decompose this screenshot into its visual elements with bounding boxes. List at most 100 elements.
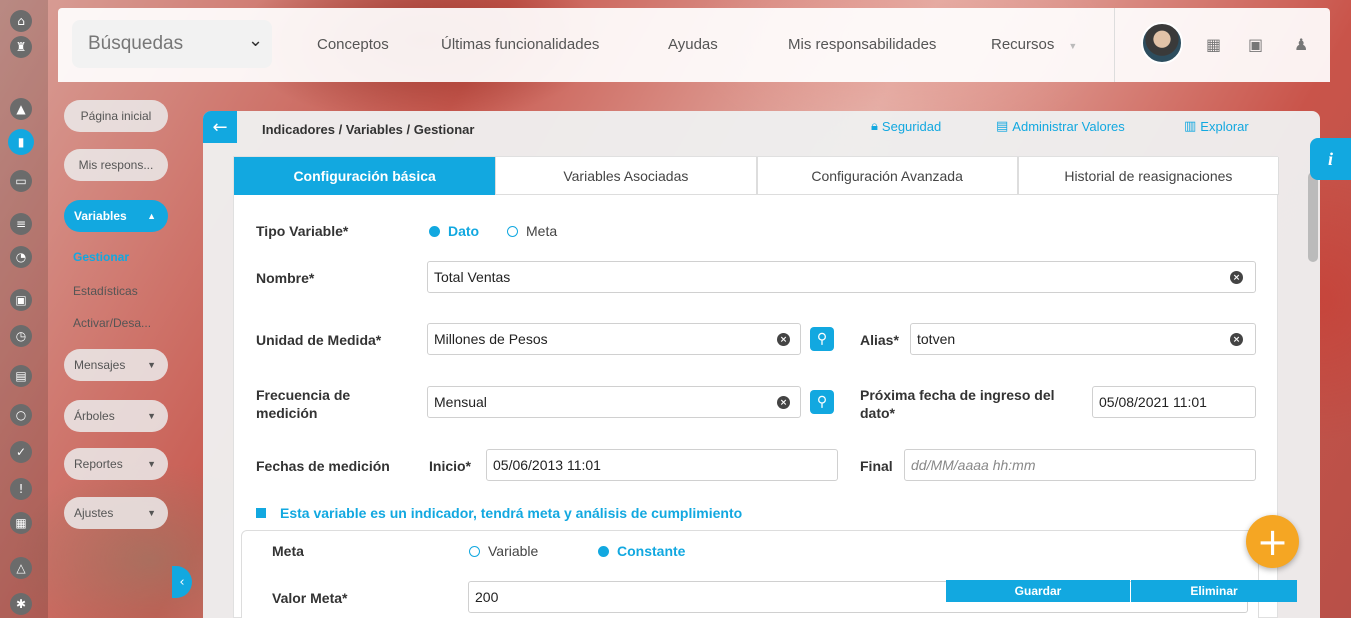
radio-constante-label: Constante (617, 543, 686, 559)
sidebar-item-label: Ajustes (74, 506, 114, 520)
administrar-valores-link[interactable]: ▤ Administrar Valores (996, 119, 1125, 134)
valor-meta-label: Valor Meta* (272, 590, 348, 606)
clear-icon[interactable]: × (1230, 271, 1243, 284)
warning-icon[interactable]: ▲ (10, 98, 32, 120)
add-button[interactable]: + (1246, 515, 1299, 568)
bell-icon[interactable]: ♟ (1294, 35, 1308, 54)
final-label: Final (860, 458, 893, 474)
tipo-variable-label: Tipo Variable* (256, 223, 349, 239)
checkbox-icon (256, 508, 266, 518)
sidebar-sub-gestionar[interactable]: Gestionar (73, 250, 129, 264)
nav-mis-responsabilidades[interactable]: Mis responsabilidades (788, 36, 936, 53)
tab-variables-asociadas[interactable]: Variables Asociadas (495, 157, 757, 195)
briefcase-icon[interactable]: ▣ (10, 289, 32, 311)
sidebar-sub-estadisticas[interactable]: Estadísticas (73, 284, 138, 298)
back-button[interactable]: ← (203, 111, 237, 143)
home-icon[interactable]: ⌂ (10, 10, 32, 32)
document-icon[interactable]: ▤ (10, 365, 32, 387)
list-icon[interactable]: ≡ (10, 213, 32, 235)
alias-label: Alias* (860, 332, 899, 348)
search-icon[interactable]: ⚲ (810, 390, 834, 414)
sidebar-item-ajustes[interactable]: Ajustes ▼ (64, 497, 168, 529)
collapse-sidebar-button[interactable]: ‹ (172, 566, 192, 598)
sidebar-item-label: Árboles (74, 409, 115, 423)
indicator-checkbox[interactable]: Esta variable es un indicador, tendrá me… (256, 505, 742, 521)
chart-icon[interactable]: ▮ (8, 129, 34, 155)
chevron-down-icon[interactable]: ⌄ (248, 30, 263, 51)
sidebar-sub-activar[interactable]: Activar/Desa... (73, 316, 151, 330)
radio-dato-label: Dato (448, 223, 480, 239)
rook-icon[interactable]: ♜ (10, 36, 32, 58)
caret-down-icon: ▼ (147, 360, 156, 370)
inicio-label: Inicio* (429, 458, 472, 474)
eliminar-button[interactable]: Eliminar (1131, 580, 1297, 602)
radio-meta[interactable]: Meta (507, 223, 557, 239)
sidebar-item-home[interactable]: Página inicial (64, 100, 168, 132)
alert-icon[interactable]: ! (10, 478, 32, 500)
sidebar-item-label: Reportes (74, 457, 123, 471)
clear-icon[interactable]: × (1230, 333, 1243, 346)
network-icon[interactable]: △ (10, 557, 32, 579)
clear-icon[interactable]: × (777, 396, 790, 409)
gear-icon[interactable]: ✱ (10, 593, 32, 615)
guardar-button[interactable]: Guardar (946, 580, 1130, 602)
search-input[interactable]: Búsquedas (72, 20, 272, 68)
radio-dot (469, 545, 480, 557)
sidebar-item-mensajes[interactable]: Mensajes ▼ (64, 349, 168, 381)
alias-field[interactable]: totven (910, 323, 1256, 355)
tab-configuracion-basica[interactable]: Configuración básica (234, 157, 496, 195)
tab-configuracion-avanzada[interactable]: Configuración Avanzada (756, 157, 1018, 195)
frecuencia-field[interactable]: Mensual (427, 386, 801, 418)
nav-conceptos[interactable]: Conceptos (317, 36, 389, 53)
unidad-label: Unidad de Medida* (256, 332, 382, 348)
radio-meta-variable[interactable]: Variable (469, 543, 538, 559)
radio-dot (429, 225, 440, 237)
avatar[interactable] (1141, 22, 1183, 64)
tab-historial[interactable]: Historial de reasignaciones (1017, 157, 1279, 195)
nav-recursos-label: Recursos (991, 36, 1055, 53)
sidebar-item-mis-respons[interactable]: Mis respons... (64, 149, 168, 181)
presentation-icon[interactable]: ▭ (10, 170, 32, 192)
sidebar-item-arboles[interactable]: Árboles ▼ (64, 400, 168, 432)
frecuencia-label: Frecuencia de medición (256, 387, 351, 421)
briefcase-icon[interactable]: ▣ (1248, 35, 1263, 54)
clear-icon[interactable]: × (777, 333, 790, 346)
sidebar-item-variables[interactable]: Variables ▲ (64, 200, 168, 232)
lock-icon: 🔒︎ (871, 119, 878, 134)
calendar-icon[interactable]: ▦ (1206, 35, 1221, 54)
scrollbar[interactable] (1308, 172, 1318, 262)
search-icon[interactable]: ⚲ (810, 327, 834, 351)
bar-chart-icon: ▥ (1184, 119, 1197, 134)
nav-recursos[interactable]: Recursos ▼ (991, 36, 1077, 53)
nav-ayudas[interactable]: Ayudas (668, 36, 718, 53)
explorar-link[interactable]: ▥ Explorar (1184, 119, 1249, 134)
meta-label: Meta (272, 543, 304, 559)
calendar-icon[interactable]: ▦ (10, 512, 32, 534)
caret-down-icon: ▼ (147, 411, 156, 421)
radio-meta-constante[interactable]: Constante (598, 543, 685, 559)
proxima-fecha-field[interactable]: 05/08/2021 11:01 (1092, 386, 1256, 418)
table-icon: ▤ (996, 119, 1009, 134)
meta-section: Meta Variable Constante Valor Meta* 200 … (241, 530, 1297, 618)
main-panel: ← Indicadores / Variables / Gestionar 🔒︎… (203, 111, 1320, 618)
pie-icon[interactable]: ◔ (10, 246, 32, 268)
unidad-field[interactable]: Millones de Pesos (427, 323, 801, 355)
tab-bar: Configuración básica Variables Asociadas… (234, 157, 1279, 195)
nombre-field[interactable]: Total Ventas (427, 261, 1256, 293)
seguridad-link[interactable]: 🔒︎ Seguridad (871, 119, 941, 134)
sidebar-item-label: Variables (74, 209, 127, 223)
radio-dato[interactable]: Dato (429, 223, 479, 239)
final-field[interactable]: dd/MM/aaaa hh:mm (904, 449, 1256, 481)
nav-ultimas-funcionalidades[interactable]: Últimas funcionalidades (441, 36, 599, 53)
nombre-label: Nombre* (256, 270, 315, 286)
info-icon[interactable]: i (1310, 138, 1351, 180)
caret-down-icon: ▼ (1068, 41, 1078, 51)
breadcrumb: Indicadores / Variables / Gestionar (262, 122, 475, 137)
form-card: Configuración básica Variables Asociadas… (233, 156, 1297, 618)
sidebar-item-reportes[interactable]: Reportes ▼ (64, 448, 168, 480)
check-icon[interactable]: ✓ (10, 441, 32, 463)
inicio-field[interactable]: 05/06/2013 11:01 (486, 449, 838, 481)
sidebar-item-label: Mensajes (74, 358, 126, 372)
cycle-icon[interactable]: ○ (10, 404, 32, 426)
clock-icon[interactable]: ◷ (10, 325, 32, 347)
